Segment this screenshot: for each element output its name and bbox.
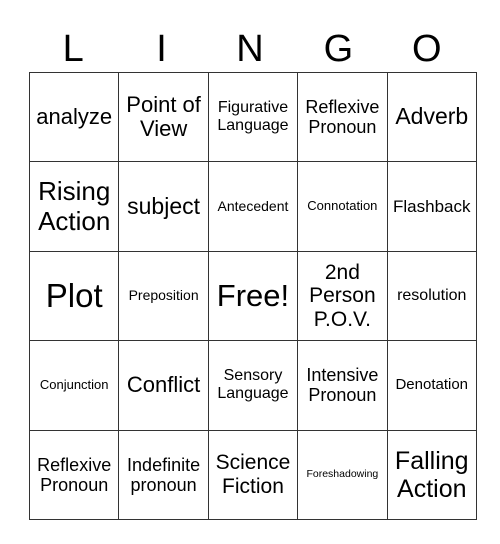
bingo-cell[interactable]: Conflict — [118, 340, 209, 431]
bingo-cell[interactable]: Reflexive Pronoun — [28, 429, 120, 520]
bingo-cell[interactable]: subject — [118, 161, 209, 252]
bingo-cell[interactable]: Intensive Pronoun — [297, 340, 388, 431]
header-letter-i: I — [156, 28, 167, 70]
bingo-cell[interactable]: Plot — [28, 250, 120, 342]
bingo-cell[interactable]: Denotation — [386, 340, 477, 431]
bingo-cell[interactable]: Reflexive Pronoun — [297, 71, 388, 163]
bingo-cell[interactable]: Foreshadowing — [297, 429, 388, 520]
bingo-cell[interactable]: 2nd Person P.O.V. — [297, 250, 388, 342]
bingo-cell[interactable]: Science Fiction — [207, 429, 299, 520]
bingo-cell[interactable]: Conjunction — [28, 340, 120, 431]
bingo-cell[interactable]: resolution — [386, 250, 477, 342]
grid-row: Plot Preposition Free! 2nd Person P.O.V.… — [28, 250, 477, 342]
header-letter-n: N — [236, 28, 264, 70]
bingo-cell[interactable]: Flashback — [386, 161, 477, 252]
bingo-cell[interactable]: Figurative Language — [207, 71, 299, 163]
grid-row: Conjunction Conflict Sensory Language In… — [28, 340, 477, 431]
bingo-grid: analyze Point of View Figurative Languag… — [28, 71, 477, 520]
bingo-cell[interactable]: Preposition — [118, 250, 209, 342]
bingo-cell[interactable]: Rising Action — [28, 161, 120, 252]
bingo-cell[interactable]: Connotation — [297, 161, 388, 252]
grid-row: Reflexive Pronoun Indefinite pronoun Sci… — [28, 429, 477, 520]
grid-row: Rising Action subject Antecedent Connota… — [28, 161, 477, 252]
bingo-cell[interactable]: Falling Action — [386, 429, 477, 520]
header-letter-o: O — [411, 28, 442, 70]
bingo-header: L I N G O — [29, 26, 471, 72]
bingo-cell[interactable]: Adverb — [386, 71, 477, 163]
free-cell[interactable]: Free! — [207, 250, 299, 342]
bingo-cell[interactable]: Antecedent — [207, 161, 299, 252]
bingo-cell[interactable]: Indefinite pronoun — [118, 429, 209, 520]
bingo-cell[interactable]: analyze — [28, 71, 120, 163]
header-letter-g: G — [323, 28, 354, 70]
bingo-cell[interactable]: Point of View — [118, 71, 209, 163]
grid-row: analyze Point of View Figurative Languag… — [28, 71, 477, 163]
header-letter-l: L — [62, 28, 84, 70]
bingo-cell[interactable]: Sensory Language — [207, 340, 299, 431]
